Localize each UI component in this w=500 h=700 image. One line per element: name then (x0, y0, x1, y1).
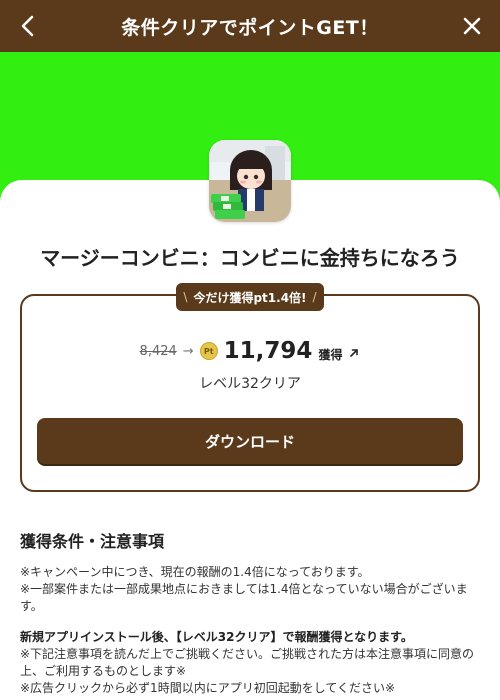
header-bar: 条件クリアでポイントGET！ (0, 0, 500, 52)
chevron-left-icon[interactable] (14, 12, 42, 40)
note-line: ※一部案件または一部成果地点におきましては1.4倍となっていない場合がございます… (20, 582, 468, 613)
bonus-badge: \ 今だけ獲得pt1.4倍! / (176, 283, 324, 311)
point-coin-icon: Pt (199, 342, 218, 360)
note-line: ※広告クリックから必ず1時間以内にアプリ初回起動をしてください※ (20, 681, 396, 695)
note-line: ※キャンペーン中につき、現在の報酬の1.4倍になっております。 (20, 565, 370, 579)
level-condition: レベル32クリア (199, 376, 301, 392)
new-points: 11,794 (223, 338, 313, 364)
conditions-heading: 獲得条件・注意事項 (20, 532, 165, 551)
page-title: 条件クリアでポイントGET！ (121, 16, 379, 39)
external-link-icon[interactable] (348, 347, 360, 359)
earn-label: 獲得 (318, 347, 343, 362)
download-button[interactable]: ダウンロード (37, 418, 463, 464)
badge-deco-left: \ (183, 290, 188, 304)
old-points: 8,424 (139, 343, 177, 359)
close-icon[interactable] (458, 12, 486, 40)
app-title: マージーコンビニ：コンビニに金持ちになろう (40, 246, 460, 270)
badge-text: 今だけ獲得pt1.4倍! (193, 290, 307, 305)
app-icon (209, 140, 291, 222)
note-line: 新規アプリインストール後、【レベル32クリア】で報酬獲得となります。 (20, 630, 413, 644)
badge-deco-right: / (312, 290, 317, 304)
note-line: ※下記注意事項を読んだ上でご挑戦ください。ご挑戦された方は本注意事項に同意の上、… (20, 647, 475, 678)
points-row: 8,424 → Pt 11,794 獲得 (0, 336, 500, 366)
conditions-notes: ※キャンペーン中につき、現在の報酬の1.4倍になっております。 ※一部案件または… (20, 564, 482, 697)
arrow-right-icon: → (182, 343, 194, 359)
